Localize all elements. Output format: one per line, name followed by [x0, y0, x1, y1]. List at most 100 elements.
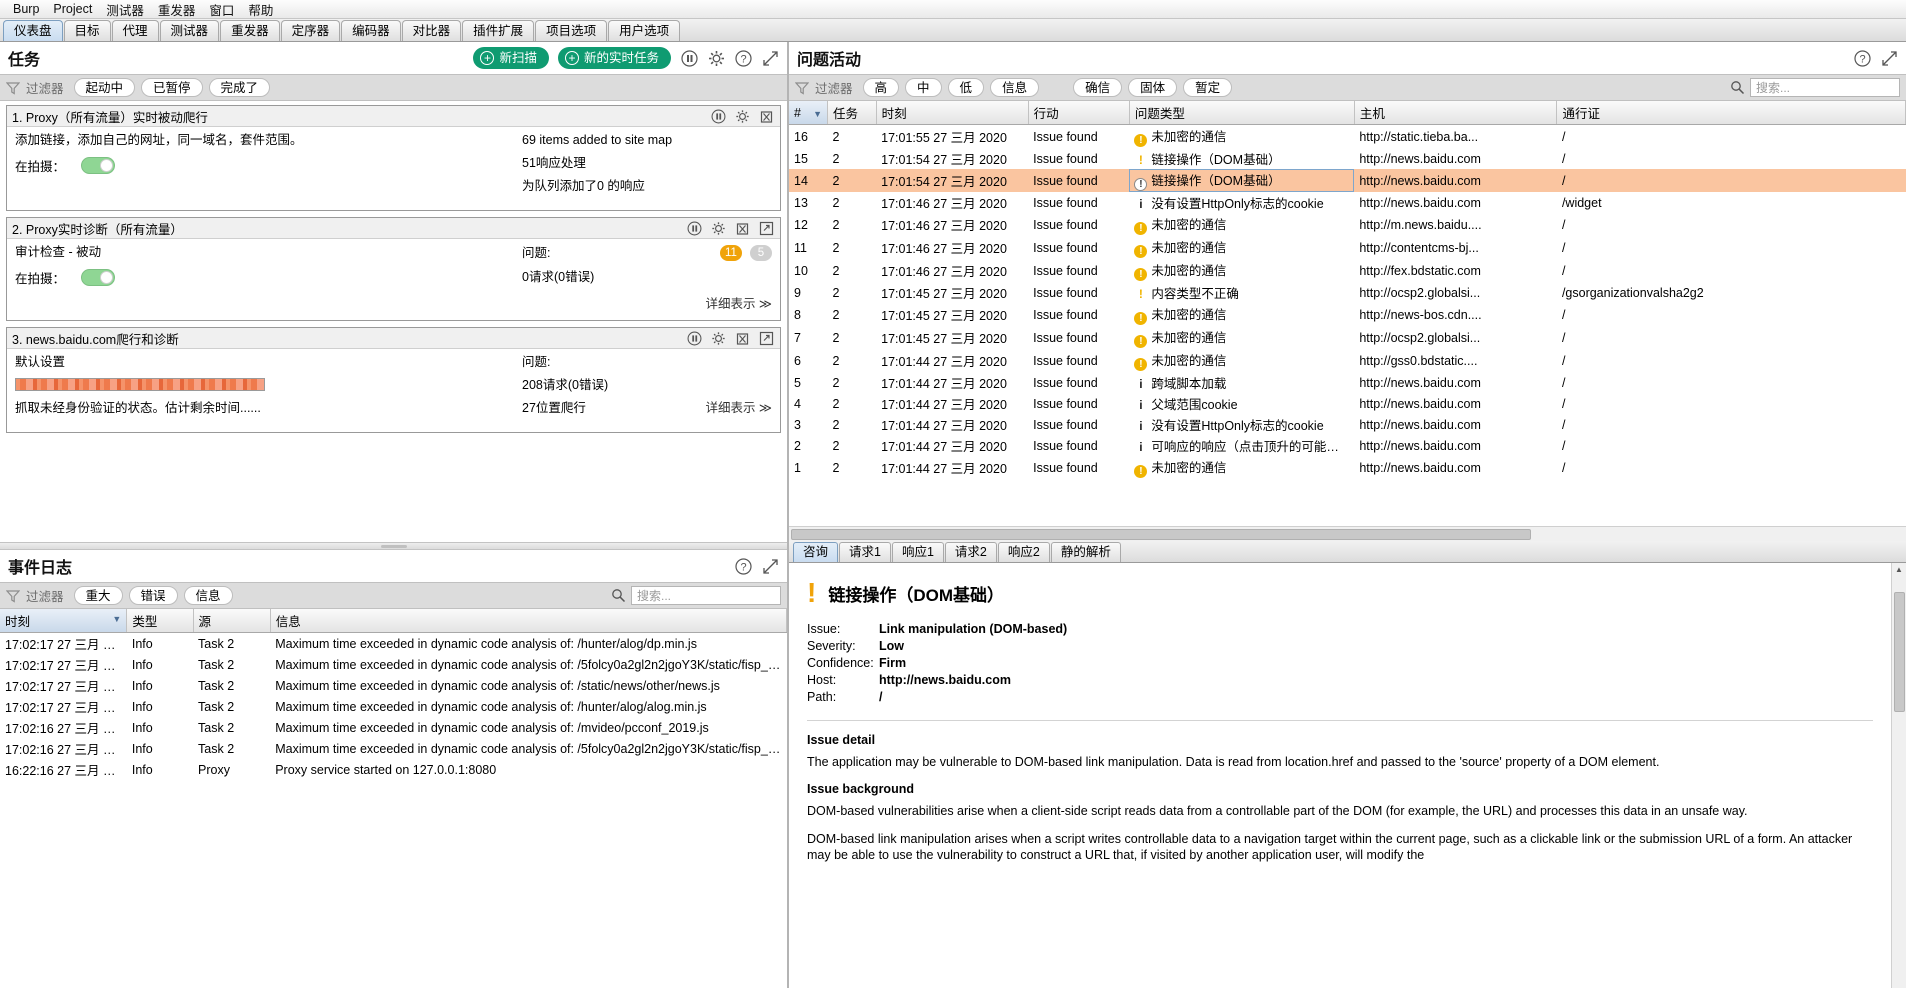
task-capture-toggle[interactable]	[81, 269, 116, 286]
table-row[interactable]: 16:22:16 27 三月 2020 Info Proxy Proxy servic…	[0, 759, 787, 780]
tasks-filter-running[interactable]: 起动中	[73, 78, 136, 97]
tab-comparer[interactable]: 对比器	[401, 20, 462, 41]
tab-user-options[interactable]: 用户选项	[608, 20, 681, 41]
table-row[interactable]: 11 2 17:01:46 27 三月 2020 Issue found! 未加密的通信…	[789, 236, 1906, 259]
table-row[interactable]: 10 2 17:01:46 27 三月 2020 Issue found! 未加密的通信…	[789, 259, 1906, 282]
search-icon[interactable]	[609, 587, 627, 605]
issue-table-wrap[interactable]: # ▼ 任务 时刻 行动 问题类型 主机 通行证 16 2 17:01:55 27 三…	[789, 101, 1906, 526]
table-row[interactable]: 17:02:17 27 三月 2020 Info Task 2 Maximum tim…	[0, 696, 787, 717]
detail-tab-request-2[interactable]: 请求2	[944, 542, 997, 562]
detail-tab-static-analysis[interactable]: 静的解析	[1050, 542, 1121, 562]
help-icon[interactable]: ?	[734, 49, 752, 67]
table-row[interactable]: 17:02:17 27 三月 2020 Info Task 2 Maximum tim…	[0, 675, 787, 696]
detail-tab-request-1[interactable]: 请求1	[839, 542, 891, 562]
event-log-search-input[interactable]: 搜索...	[631, 586, 781, 605]
table-row[interactable]: 8 2 17:01:45 27 三月 2020 Issue found! 未加密的通信 h…	[789, 303, 1906, 326]
issue-filter-medium[interactable]: 中	[905, 78, 942, 97]
issue-search-input[interactable]: 搜索...	[1750, 78, 1900, 97]
table-row[interactable]: 2 2 17:01:44 27 三月 2020 Issue found i 可响应的响应（…	[789, 435, 1906, 456]
table-row[interactable]: 12 2 17:01:46 27 三月 2020 Issue found! 未加密的通信…	[789, 213, 1906, 236]
table-row[interactable]: 9 2 17:01:45 27 三月 2020 Issue found! 内容类型不正确…	[789, 282, 1906, 303]
table-row[interactable]: 1 2 17:01:44 27 三月 2020 Issue found! 未加密的通信 h…	[789, 456, 1906, 479]
table-row[interactable]: 13 2 17:01:46 27 三月 2020 Issue found i 没有设置Ht…	[789, 192, 1906, 213]
menu-item-repeater[interactable]: 重发器	[151, 0, 203, 20]
table-row[interactable]: 3 2 17:01:44 27 三月 2020 Issue found i 没有设置Htt…	[789, 414, 1906, 435]
detail-tab-advisory[interactable]: 咨询	[793, 542, 839, 562]
detail-tab-response-1[interactable]: 响应1	[891, 542, 944, 562]
search-icon[interactable]	[1728, 79, 1746, 97]
issue-filter-info[interactable]: 信息	[990, 78, 1040, 97]
gear-icon[interactable]	[709, 329, 727, 347]
pause-icon[interactable]	[685, 219, 703, 237]
table-row[interactable]: 16 2 17:01:55 27 三月 2020 Issue found! 未加密的通信…	[789, 125, 1906, 149]
tab-sequencer[interactable]: 定序器	[280, 20, 341, 41]
task-detail-link[interactable]: 详细表示 ≫	[522, 293, 772, 312]
delete-icon[interactable]	[733, 219, 751, 237]
menu-item-window[interactable]: 窗口	[202, 0, 241, 20]
event-col-type[interactable]: 类型	[126, 609, 194, 633]
task-capture-toggle[interactable]	[81, 157, 116, 174]
table-row[interactable]: 17:02:17 27 三月 2020 Info Task 2 Maximum tim…	[0, 654, 787, 675]
issue-filter-low[interactable]: 低	[947, 78, 985, 97]
issue-filter-firm[interactable]: 固体	[1128, 78, 1178, 97]
tab-intruder[interactable]: 测试器	[159, 20, 220, 41]
issue-filter-tentative[interactable]: 暂定	[1183, 78, 1233, 97]
tab-extender[interactable]: 插件扩展	[462, 20, 535, 41]
gear-icon[interactable]	[733, 107, 751, 125]
issue-table-hscrollbar[interactable]	[789, 526, 1906, 541]
table-row[interactable]: 17:02:16 27 三月 2020 Info Task 2 Maximum tim…	[0, 738, 787, 759]
gear-icon[interactable]	[707, 49, 725, 67]
tasks-filter-finished[interactable]: 完成了	[208, 78, 271, 97]
horizontal-splitter[interactable]	[0, 542, 787, 550]
gear-icon[interactable]	[709, 219, 727, 237]
issue-col-host[interactable]: 主机	[1354, 101, 1558, 125]
table-row[interactable]: 5 2 17:01:44 27 三月 2020 Issue found i 跨域脚本加载 h…	[789, 372, 1906, 393]
menu-item-burp[interactable]: Burp	[6, 1, 46, 17]
pause-icon[interactable]	[680, 49, 698, 67]
menu-item-project[interactable]: Project	[46, 1, 99, 17]
delete-icon[interactable]	[733, 329, 751, 347]
event-col-source[interactable]: 源	[193, 609, 271, 633]
popout-icon[interactable]	[757, 329, 775, 347]
vscroll-thumb[interactable]	[1893, 592, 1905, 712]
table-row[interactable]: 4 2 17:01:44 27 三月 2020 Issue found i 父域范围coo…	[789, 393, 1906, 414]
issue-col-action[interactable]: 行动	[1028, 101, 1130, 125]
event-filter-critical[interactable]: 重大	[73, 586, 123, 605]
expand-icon[interactable]	[1880, 49, 1898, 67]
tab-decoder[interactable]: 编码器	[341, 20, 401, 41]
issue-col-task[interactable]: 任务	[827, 101, 877, 125]
tasks-list[interactable]: 1. Proxy（所有流量）实时被动爬行 添加链接，添加自己的网址，同一域名，套…	[0, 101, 787, 542]
detail-tab-response-2[interactable]: 响应2	[997, 542, 1050, 562]
event-filter-error[interactable]: 错误	[128, 586, 178, 605]
pause-icon[interactable]	[709, 107, 727, 125]
new-scan-button[interactable]: + 新扫描	[473, 47, 549, 69]
detail-vscrollbar[interactable]: ▲	[1891, 563, 1906, 988]
expand-icon[interactable]	[761, 49, 779, 67]
issue-col-path[interactable]: 通行证	[1556, 101, 1906, 125]
new-live-task-button[interactable]: + 新的实时任务	[557, 47, 671, 69]
issue-filter-certain[interactable]: 确信	[1073, 78, 1123, 97]
tab-proxy[interactable]: 代理	[111, 20, 159, 41]
tab-dashboard[interactable]: 仪表盘	[3, 20, 63, 41]
issue-col-num[interactable]: # ▼	[789, 101, 828, 125]
issue-filter-high[interactable]: 高	[862, 78, 900, 97]
event-col-time[interactable]: 时刻 ▼	[0, 609, 128, 633]
tab-repeater[interactable]: 重发器	[220, 20, 280, 41]
expand-icon[interactable]	[761, 557, 779, 575]
issue-col-time[interactable]: 时刻	[876, 101, 1029, 125]
table-row[interactable]: 15 2 17:01:54 27 三月 2020 Issue found! 链接操作（D…	[789, 148, 1906, 169]
task-detail-link[interactable]: 详细表示 ≫	[705, 401, 772, 415]
event-log-table-wrap[interactable]: 时刻 ▼ 类型 源 信息 17:02:17 27 三月 2020 Info Task …	[0, 609, 787, 988]
popout-icon[interactable]	[757, 219, 775, 237]
task-card[interactable]: 1. Proxy（所有流量）实时被动爬行 添加链接，添加自己的网址，同一域名，套…	[6, 105, 781, 211]
table-row[interactable]: 17:02:16 27 三月 2020 Info Task 2 Maximum tim…	[0, 717, 787, 738]
menu-item-help[interactable]: 帮助	[241, 0, 280, 20]
menu-item-intruder[interactable]: 测试器	[99, 0, 151, 20]
delete-icon[interactable]	[757, 107, 775, 125]
hscroll-thumb[interactable]	[791, 528, 1531, 540]
table-row[interactable]: 7 2 17:01:45 27 三月 2020 Issue found! 未加密的通信 h…	[789, 326, 1906, 349]
task-card[interactable]: 3. news.baidu.com爬行和诊断 默认设置 抓取未经身份验证的状态。…	[6, 327, 781, 433]
issue-col-type[interactable]: 问题类型	[1129, 101, 1355, 125]
table-row[interactable]: 14 2 17:01:54 27 三月 2020 Issue found! 链接操作（D…	[789, 169, 1906, 192]
tab-project-options[interactable]: 项目选项	[535, 20, 608, 41]
